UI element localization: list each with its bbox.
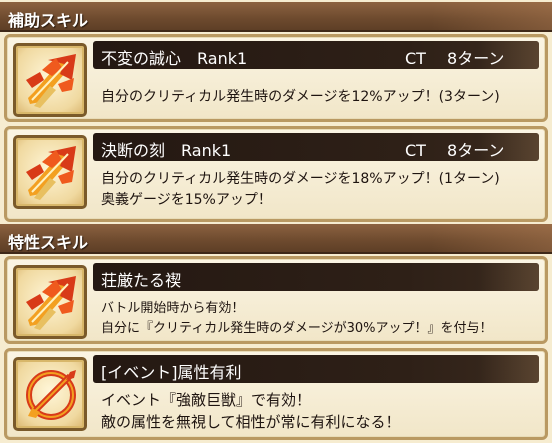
critical-sword-icon — [13, 43, 87, 117]
critical-sword-icon — [13, 265, 87, 339]
skill-cooldown: CT 8ターン — [405, 49, 505, 68]
critical-sword-icon — [13, 135, 87, 209]
skill-card-1[interactable]: 不変の誠心 Rank1 CT 8ターン 自分のクリティカル発生時のダメージを12… — [4, 34, 548, 122]
skill-name: 決断の刻 Rank1 — [101, 141, 232, 160]
skill-name: 不変の誠心 Rank1 — [101, 49, 248, 68]
trait-name-bar: [イベント]属性有利 — [93, 355, 539, 383]
trait-name: [イベント]属性有利 — [101, 363, 242, 382]
trait-name: 荘厳たる禊 — [101, 271, 182, 290]
trait-skill-header: 特性スキル — [0, 224, 552, 254]
trait-description: イベント『強敵巨獣』で有効！ 敵の属性を無視して相性が常に有利になる！ — [101, 391, 401, 431]
trait-card-2[interactable]: [イベント]属性有利 イベント『強敵巨獣』で有効！ 敵の属性を無視して相性が常に有… — [4, 348, 548, 440]
trait-skill-title: 特性スキル — [8, 233, 89, 252]
skill-name-bar: 決断の刻 Rank1 CT 8ターン — [93, 133, 539, 161]
skill-card-2[interactable]: 決断の刻 Rank1 CT 8ターン 自分のクリティカル発生時のダメージを18%… — [4, 126, 548, 222]
skill-description: 自分のクリティカル発生時のダメージを12%アップ！(3ターン) — [101, 89, 500, 105]
skill-name-bar: 不変の誠心 Rank1 CT 8ターン — [93, 41, 539, 69]
trait-description: バトル開始時から有効！ 自分に『クリティカル発生時のダメージが30%アップ！』を付… — [101, 301, 493, 336]
skill-cooldown: CT 8ターン — [405, 141, 505, 160]
skill-description: 自分のクリティカル発生時のダメージを18%アップ！(1ターン) 奥義ゲージを15%… — [101, 171, 500, 208]
attribute-advantage-icon — [13, 357, 87, 431]
support-skill-title: 補助スキル — [8, 11, 89, 30]
trait-card-1[interactable]: 荘厳たる禊 バトル開始時から有効！ 自分に『クリティカル発生時のダメージが30%ア… — [4, 256, 548, 344]
trait-name-bar: 荘厳たる禊 — [93, 263, 539, 291]
support-skill-header: 補助スキル — [0, 2, 552, 32]
